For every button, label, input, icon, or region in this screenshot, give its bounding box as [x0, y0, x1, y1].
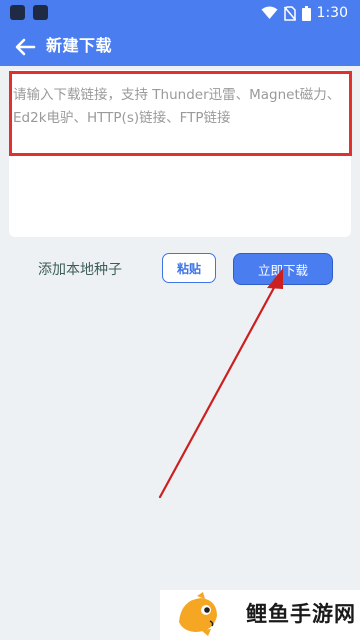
watermark: 鲤鱼手游网 — [160, 590, 360, 640]
battery-icon — [301, 5, 311, 21]
no-sim-icon — [283, 5, 296, 21]
page-title: 新建下载 — [46, 36, 113, 55]
input-card — [9, 70, 351, 237]
download-url-input[interactable] — [9, 70, 351, 237]
add-local-torrent-link[interactable]: 添加本地种子 — [38, 260, 122, 280]
back-arrow-icon[interactable] — [14, 36, 36, 58]
paste-button[interactable]: 粘贴 — [162, 253, 216, 283]
download-now-button[interactable]: 立即下载 — [233, 253, 333, 285]
carp-fish-logo — [179, 592, 217, 636]
app-icon — [10, 5, 25, 20]
status-bar: 1:30 — [0, 0, 360, 27]
wifi-icon — [261, 6, 278, 19]
app-bar: 新建下载 — [0, 27, 360, 66]
status-time: 1:30 — [316, 5, 348, 21]
app-icon — [33, 5, 48, 20]
status-icons: 1:30 — [261, 3, 348, 23]
watermark-text: 鲤鱼手游网 — [246, 602, 356, 626]
